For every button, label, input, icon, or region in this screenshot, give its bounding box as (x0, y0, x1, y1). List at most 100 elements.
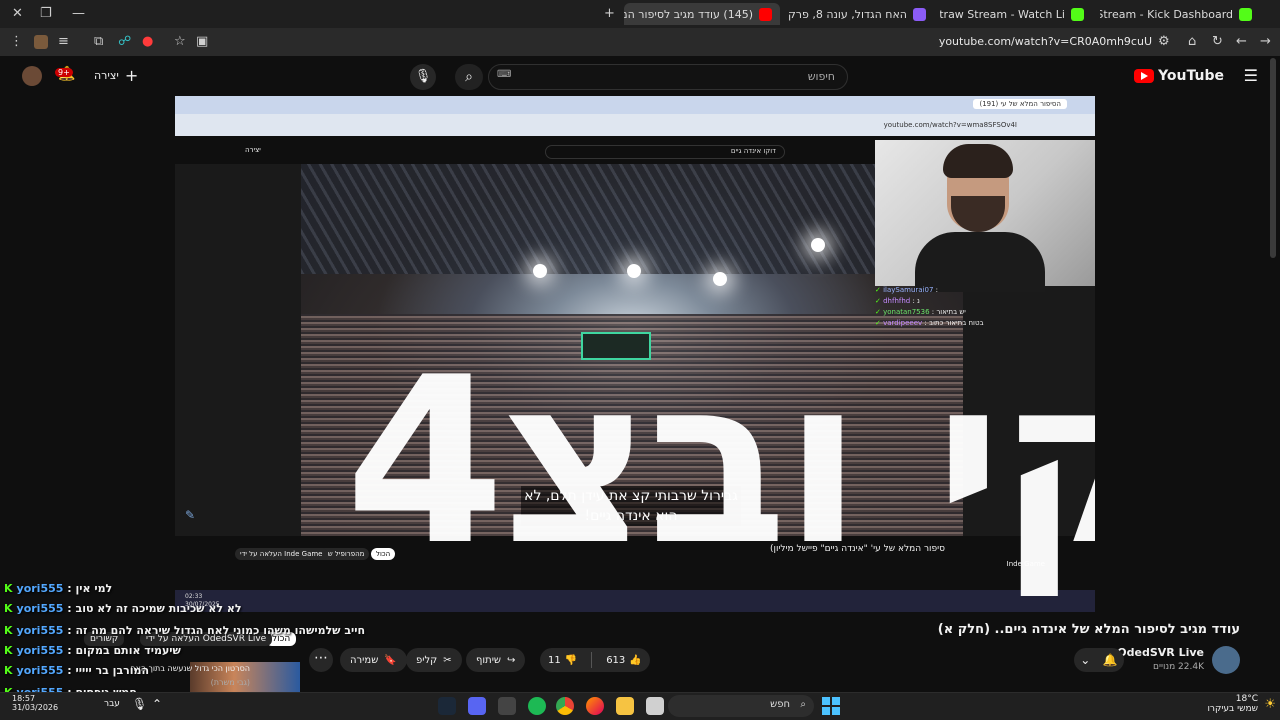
like-button[interactable]: 👍 613 (598, 655, 650, 666)
url-text[interactable]: youtube.com/watch?v=CR0A0mh9cuU (939, 35, 1152, 48)
firefox-icon[interactable] (586, 697, 604, 715)
forward-icon[interactable]: → (1260, 34, 1271, 49)
back-icon[interactable]: ← (1236, 34, 1247, 49)
keyboard-icon[interactable]: ⌨ (497, 69, 511, 80)
thumbs-up-icon: 👍 (629, 654, 642, 666)
logo-text: YouTube (1158, 68, 1224, 84)
arena-ceiling (301, 164, 963, 274)
more-actions-button[interactable]: ⋯ (309, 648, 333, 672)
clock[interactable]: 18:57 31/03/2026 (12, 694, 58, 712)
tray-chevron-icon[interactable]: ⌃ (152, 697, 162, 711)
discord-icon[interactable] (468, 697, 486, 715)
stream-chat-line: ✓ ilaySamurai07 : (875, 286, 939, 294)
close-window-icon[interactable]: ✕ (12, 6, 23, 21)
create-button[interactable]: יצירה + (94, 66, 138, 85)
user-avatar[interactable] (22, 66, 42, 86)
voice-search-button[interactable]: 🎙 (410, 64, 436, 90)
tab-youtube[interactable]: (145) עודד מגיב לסיפור המ (624, 3, 780, 25)
webcam-body (915, 232, 1045, 292)
plus-icon: + (124, 66, 139, 85)
video-title: עודד מגיב לסיפור המלא של אינדה גיים.. (ח… (937, 622, 1240, 637)
streamer-webcam (875, 140, 1095, 292)
chat-line: Kyori555 : שיעמיד אותם במקום (4, 644, 181, 657)
taskbar-search[interactable]: חפש ⌕ (668, 695, 814, 717)
bookmark-star-icon[interactable]: ☆ (174, 34, 186, 49)
app-window-icon[interactable] (646, 697, 664, 715)
save-label: שמירה (350, 654, 379, 666)
inner-search: דוקו אינדה גיים (545, 145, 785, 159)
tab-title: האח הגדול, עונה 8, פרק 12: אס (786, 7, 907, 21)
stage-light (811, 238, 825, 252)
home-icon[interactable]: ⌂ (1188, 34, 1196, 49)
menu-dots-icon[interactable]: ⋮ (10, 34, 23, 49)
chrome-icon[interactable] (556, 697, 574, 715)
dislike-button[interactable]: 👎 11 (540, 655, 585, 666)
channel-avatar[interactable] (1212, 646, 1240, 674)
youtube-logo[interactable]: YouTube (1134, 68, 1224, 84)
microphone-icon: 🎙 (414, 69, 432, 84)
site-favicon-icon (913, 7, 926, 21)
search-placeholder: חיפוש (807, 70, 835, 83)
tab-jordanstraw[interactable]: JordanStraw Stream - Watch Li (940, 3, 1092, 25)
os-taskbar (0, 692, 1280, 720)
browser-tab-strip: ✕ ❐ — + (145) עודד מגיב לסיפור המ האח הג… (0, 0, 1280, 28)
kick-badge-icon: K (4, 624, 13, 637)
clip-label: קליפ (416, 654, 438, 666)
kick-badge-icon: K (4, 582, 13, 595)
screenshot-icon[interactable]: ▣ (196, 34, 208, 49)
restore-window-icon[interactable]: ❐ (40, 6, 52, 21)
weather-temp: 18°C (1235, 694, 1258, 704)
hamburger-menu-icon[interactable]: ☰ (1244, 66, 1258, 85)
inner-url: youtube.com/watch?v=wma8SFSOv4I (883, 121, 1017, 129)
stream-chat-line: ✓ yonatan7536 : יש בתיאור (875, 308, 966, 316)
file-explorer-icon[interactable] (616, 697, 634, 715)
search-button[interactable]: ⌕ (455, 64, 483, 90)
stream-chat-line: ✓ vardipeeev : בטוח בתיאור כתוב (875, 319, 984, 327)
search-input[interactable]: חיפוש ⌨ (488, 64, 848, 90)
search-icon: ⌕ (800, 699, 806, 710)
stream-chat-line: ✓ dhfhfhd : נ (875, 297, 920, 305)
clip-button[interactable]: ✂ קליפ (406, 648, 462, 672)
page-scrollbar[interactable] (1270, 58, 1276, 258)
save-button[interactable]: 🔖 שמירה (340, 648, 407, 672)
taskbar-search-label: חפש (770, 699, 790, 710)
steam-icon[interactable] (438, 697, 456, 715)
spotify-icon[interactable] (528, 697, 546, 715)
reload-icon[interactable]: ↻ (1212, 34, 1223, 49)
reading-list-icon[interactable]: ≡ (58, 34, 69, 49)
share-label: שיתוף (476, 654, 502, 666)
scissors-icon: ✂ (443, 654, 452, 666)
windows-start-icon[interactable] (822, 697, 840, 715)
profile-icon[interactable] (34, 35, 48, 49)
more-dots-icon: ⋯ (314, 650, 328, 666)
address-bar-row: ⋮ ≡ ⧉ ☍ ● ☆ ▣ youtube.com/watch?v=CR0A0m… (0, 28, 1280, 56)
bell-icon: 🔔 (1102, 653, 1118, 667)
language-indicator[interactable]: עבר (104, 699, 120, 709)
webcam-hair (943, 144, 1013, 178)
inner-create-label: יצירה (245, 146, 261, 154)
clock-time: 18:57 (12, 694, 36, 703)
weather-widget[interactable]: 18°C שמשי בעיקרו (1207, 694, 1258, 714)
subscribed-bell-button[interactable]: ⌄ 🔔 (1074, 648, 1124, 672)
chevron-down-icon: ⌄ (1080, 653, 1091, 667)
extensions-icon[interactable]: ⧉ (94, 34, 103, 49)
microphone-tray-icon[interactable]: 🎙 (132, 697, 147, 711)
tab-big-brother[interactable]: האח הגדול, עונה 8, פרק 12: אס (786, 3, 934, 25)
video-player[interactable]: (191) הסיפור המלא של עי youtube.com/watc… (175, 96, 1095, 614)
tab-title: JordanStraw Stream - Watch Li (940, 7, 1065, 21)
opera-icon[interactable]: ● (142, 34, 153, 49)
obs-icon[interactable] (498, 697, 516, 715)
share-button[interactable]: ↪ שיתוף (466, 648, 526, 672)
related-video-subtitle: (גבי משרת) (210, 678, 250, 687)
tab-kick-dashboard[interactable]: Stream - Kick Dashboard (1100, 3, 1260, 25)
subscriber-count: 22.4K מנויים (1153, 662, 1204, 672)
extension-icon[interactable]: ☍ (118, 34, 131, 49)
share-icon: ↪ (507, 654, 516, 666)
channel-name[interactable]: OdedSVR Live (1117, 646, 1204, 659)
minimize-window-icon[interactable]: — (72, 6, 85, 21)
chat-line: Kyori555 : לא לא שכיבות שמיכה זה לא טוב (4, 602, 242, 615)
big-overlay-text: קקי ובצ4 (345, 329, 1095, 596)
weather-desc: שמשי בעיקרו (1207, 704, 1258, 714)
new-tab-icon[interactable]: + (604, 6, 615, 21)
site-settings-icon[interactable]: ⚙ (1158, 34, 1170, 49)
